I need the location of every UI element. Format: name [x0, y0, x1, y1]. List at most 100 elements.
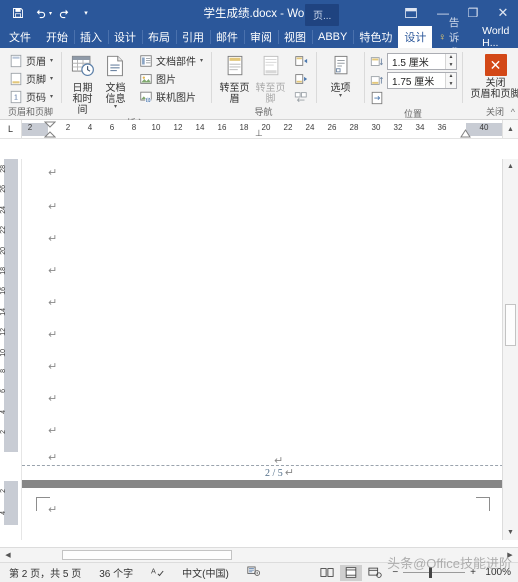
- right-indent-marker[interactable]: [460, 129, 471, 138]
- customize-qat-icon[interactable]: ▾: [76, 3, 96, 23]
- tab-layout[interactable]: 布局: [142, 26, 176, 48]
- ruler-tick: 2: [65, 123, 71, 132]
- goto-footer-icon: [260, 54, 282, 81]
- quick-parts-button[interactable]: 文档部件 ▾: [136, 52, 206, 69]
- ruler-track[interactable]: ⊥ 2 2 4 6 8 10 12 14 16 18 20 22 24 26 28 30 32 34 36 40: [22, 120, 502, 138]
- header-from-top-spinner[interactable]: 1.5 厘米 ▲ ▼: [387, 53, 458, 70]
- vertical-scrollbar[interactable]: ▲ ▼: [502, 159, 518, 540]
- ribbon-display-options-icon[interactable]: [394, 0, 428, 26]
- tab-abbyy[interactable]: ABBY: [312, 26, 353, 48]
- page-number-dropdown-icon[interactable]: ▾: [50, 93, 53, 100]
- close-header-footer-button[interactable]: ✕ 关闭 页眉和页脚: [468, 52, 518, 100]
- scroll-down-arrow-icon[interactable]: ▼: [503, 525, 518, 540]
- insert-alignment-tab-icon[interactable]: [370, 91, 384, 105]
- footer-spinner-arrows[interactable]: ▲ ▼: [445, 73, 457, 88]
- tab-insert[interactable]: 插入: [74, 26, 108, 48]
- document-canvas[interactable]: ↵ ↵ ↵ ↵ ↵ ↵ ↵ ↵ ↵ ↵ ↵ 2 / 5 ↵ ↵ ▲ ▼: [22, 159, 518, 540]
- vertical-ruler[interactable]: 28 26 24 22 20 18 16 14 12 10 8 6 4 2 2 4: [0, 159, 22, 540]
- horizontal-scrollbar[interactable]: ◀ ▶: [0, 547, 518, 562]
- quick-access-toolbar: ▾ ▾: [0, 3, 96, 23]
- horizontal-ruler[interactable]: L ⊥ 2 2 4 6 8 10 12 14 16 18 20 22 24 26 28 30 32 34 36 40 …: [0, 120, 518, 139]
- vruler-tick: 2: [0, 430, 7, 435]
- footer-from-bottom-spinner[interactable]: 1.75 厘米 ▲ ▼: [387, 72, 458, 89]
- previous-section-button[interactable]: [291, 52, 311, 69]
- doc-info-button[interactable]: 文档信息 ▾: [100, 52, 131, 110]
- footer-dropdown-icon[interactable]: ▾: [50, 75, 53, 82]
- footer-page-number[interactable]: 2 / 5 ↵: [265, 467, 294, 479]
- page-indicator[interactable]: 第 2 页，共 5 页: [0, 565, 90, 580]
- tab-home[interactable]: 开始: [40, 26, 74, 48]
- date-time-icon: [70, 54, 96, 81]
- undo-dropdown-icon[interactable]: ▾: [49, 10, 52, 17]
- online-picture-button[interactable]: 联机图片: [136, 88, 206, 105]
- group-label-close: 关闭: [486, 107, 505, 117]
- quick-parts-dropdown-icon[interactable]: ▾: [200, 57, 203, 64]
- document-page-1[interactable]: ↵ ↵ ↵ ↵ ↵ ↵ ↵ ↵ ↵ ↵ ↵ 2 / 5 ↵: [22, 159, 518, 480]
- tab-references[interactable]: 引用: [176, 26, 210, 48]
- tab-mailings[interactable]: 邮件: [210, 26, 244, 48]
- footer-button[interactable]: 页脚 ▾: [6, 70, 56, 87]
- doc-info-dropdown-icon[interactable]: ▾: [114, 104, 117, 110]
- header-dropdown-icon[interactable]: ▾: [50, 57, 53, 64]
- page-number-button[interactable]: 1 页码 ▾: [6, 88, 56, 105]
- vruler-tick: 4: [0, 409, 7, 414]
- page-number-icon: 1: [9, 90, 23, 104]
- options-dropdown-icon[interactable]: ▾: [339, 93, 342, 99]
- tab-stop-selector[interactable]: L: [0, 120, 22, 138]
- tab-file[interactable]: 文件: [0, 26, 40, 48]
- word-count[interactable]: 36 个字: [90, 565, 142, 580]
- tab-view[interactable]: 视图: [278, 26, 312, 48]
- proofing-status[interactable]: A: [142, 565, 173, 580]
- read-mode-icon[interactable]: [316, 565, 338, 581]
- scroll-left-arrow-icon[interactable]: ◀: [0, 548, 16, 562]
- print-layout-icon[interactable]: [340, 564, 363, 581]
- zoom-control[interactable]: − + 100%: [392, 567, 518, 578]
- tab-header-footer-design[interactable]: 设计: [398, 26, 433, 48]
- language-indicator[interactable]: 中文(中国): [173, 565, 238, 580]
- picture-button[interactable]: 图片: [136, 70, 206, 87]
- close-button[interactable]: ✕: [488, 0, 518, 26]
- redo-icon[interactable]: [54, 3, 74, 23]
- close-header-footer-line1: 关闭: [485, 78, 506, 89]
- zoom-level[interactable]: 100%: [481, 567, 511, 578]
- world-h-label[interactable]: World H...: [474, 25, 517, 49]
- options-button[interactable]: 选项 ▾: [322, 52, 359, 99]
- doc-info-icon: [103, 54, 127, 81]
- first-line-indent-marker[interactable]: [44, 121, 56, 138]
- goto-header-button[interactable]: 转至页眉: [217, 52, 252, 105]
- web-layout-icon[interactable]: [364, 565, 386, 581]
- tab-review[interactable]: 审阅: [244, 26, 278, 48]
- accessibility-status[interactable]: [238, 565, 269, 580]
- header-spinner-arrows[interactable]: ▲ ▼: [445, 54, 457, 69]
- ribbon-group-header-footer: 页眉 ▾ 页脚 ▾ 1 页码 ▾ 页眉和页脚: [0, 48, 61, 119]
- header-label: 页眉: [26, 57, 46, 68]
- zoom-out-button[interactable]: −: [392, 567, 398, 578]
- ruler-tick: 28: [349, 123, 359, 132]
- paragraph-mark: ↵: [48, 166, 58, 179]
- ruler-tick: 8: [131, 123, 137, 132]
- link-to-previous-button[interactable]: [291, 88, 311, 105]
- scroll-right-arrow-icon[interactable]: ▶: [502, 548, 518, 562]
- ruler-tick: 36: [437, 123, 447, 132]
- header-button[interactable]: 页眉 ▾: [6, 52, 56, 69]
- undo-icon[interactable]: [30, 3, 50, 23]
- ruler-tick: 34: [415, 123, 425, 132]
- date-time-button[interactable]: 日期和时间: [67, 52, 98, 116]
- collapse-ribbon-icon[interactable]: ^: [511, 107, 515, 117]
- online-picture-label: 联机图片: [155, 93, 196, 104]
- tell-me-box[interactable]: ♀ 告诉我...: [432, 17, 474, 59]
- tab-features[interactable]: 特色功: [353, 26, 398, 48]
- goto-footer-button[interactable]: 转至页脚: [253, 52, 288, 105]
- save-icon[interactable]: [8, 3, 28, 23]
- zoom-in-button[interactable]: +: [470, 567, 476, 578]
- scroll-up-button[interactable]: ▲: [502, 120, 518, 138]
- tab-design[interactable]: 设计: [108, 26, 142, 48]
- paragraph-mark: ↵: [48, 232, 58, 245]
- zoom-slider[interactable]: [403, 567, 466, 578]
- document-page-2[interactable]: ↵: [22, 488, 518, 540]
- scroll-up-arrow-icon[interactable]: ▲: [503, 159, 518, 174]
- vertical-scroll-thumb[interactable]: [505, 304, 516, 346]
- zoom-slider-handle[interactable]: [429, 567, 433, 578]
- next-section-button[interactable]: [291, 70, 311, 87]
- horizontal-scroll-thumb[interactable]: [62, 550, 232, 560]
